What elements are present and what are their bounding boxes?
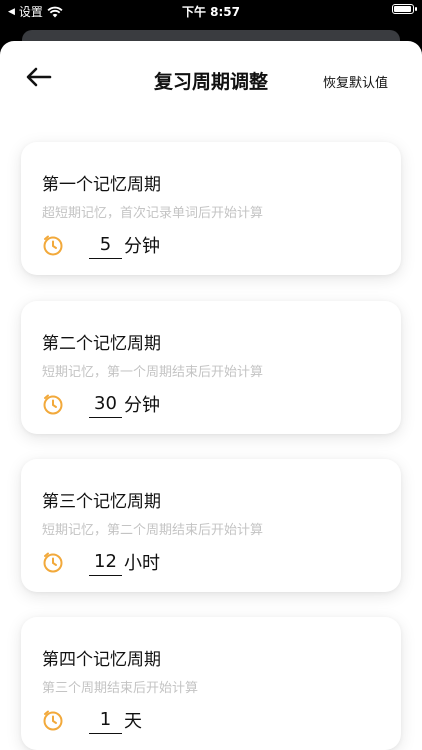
cycle-description: 超短期记忆，首次记录单词后开始计算 bbox=[42, 206, 264, 221]
app-screen: ◀ 设置 下午 8:57 复习周期调整 恢复默认值 第一个记忆周期 超短期记忆，… bbox=[0, 0, 422, 750]
timer-icon bbox=[43, 710, 63, 731]
cycle-card: 第二个记忆周期 短期记忆，第一个周期结束后开始计算 分钟 bbox=[21, 301, 401, 434]
status-right bbox=[392, 4, 417, 14]
cycle-duration-row: 分钟 bbox=[42, 230, 362, 262]
cycle-title: 第三个记忆周期 bbox=[42, 492, 161, 512]
nav-bar: 复习周期调整 恢复默认值 bbox=[0, 41, 422, 121]
cycle-title: 第一个记忆周期 bbox=[42, 175, 161, 195]
cycle-card: 第四个记忆周期 第三个周期结束后开始计算 天 bbox=[21, 617, 401, 750]
timer-icon bbox=[43, 394, 63, 415]
cycle-description: 短期记忆，第二个周期结束后开始计算 bbox=[42, 523, 264, 538]
cycle-card: 第三个记忆周期 短期记忆，第二个周期结束后开始计算 小时 bbox=[21, 459, 401, 592]
modal-sheet: 复习周期调整 恢复默认值 第一个记忆周期 超短期记忆，首次记录单词后开始计算 分… bbox=[0, 41, 422, 750]
cycle-card: 第一个记忆周期 超短期记忆，首次记录单词后开始计算 分钟 bbox=[21, 142, 401, 275]
status-time: 下午 8:57 bbox=[181, 5, 241, 19]
cycle-duration-row: 小时 bbox=[42, 547, 362, 579]
cycle-description: 第三个周期结束后开始计算 bbox=[42, 681, 199, 696]
cycle-duration-row: 分钟 bbox=[42, 389, 362, 421]
timer-icon bbox=[43, 552, 63, 573]
timer-icon bbox=[43, 235, 63, 256]
cycle-value-input[interactable] bbox=[89, 230, 122, 259]
cycle-value-input[interactable] bbox=[89, 705, 122, 734]
cycle-description: 短期记忆，第一个周期结束后开始计算 bbox=[42, 365, 264, 380]
status-bar: ◀ 设置 下午 8:57 bbox=[0, 0, 422, 22]
cycle-title: 第四个记忆周期 bbox=[42, 650, 161, 670]
battery-icon bbox=[392, 4, 417, 14]
reset-default-button[interactable]: 恢复默认值 bbox=[323, 72, 388, 91]
cycle-unit: 分钟 bbox=[124, 395, 160, 416]
cycle-duration-row: 天 bbox=[42, 705, 362, 737]
cycle-title: 第二个记忆周期 bbox=[42, 334, 161, 354]
cycle-unit: 天 bbox=[124, 711, 142, 732]
cycle-unit: 小时 bbox=[124, 553, 160, 574]
cycle-unit: 分钟 bbox=[124, 236, 160, 257]
cycle-value-input[interactable] bbox=[89, 547, 122, 576]
cycle-value-input[interactable] bbox=[89, 389, 122, 418]
